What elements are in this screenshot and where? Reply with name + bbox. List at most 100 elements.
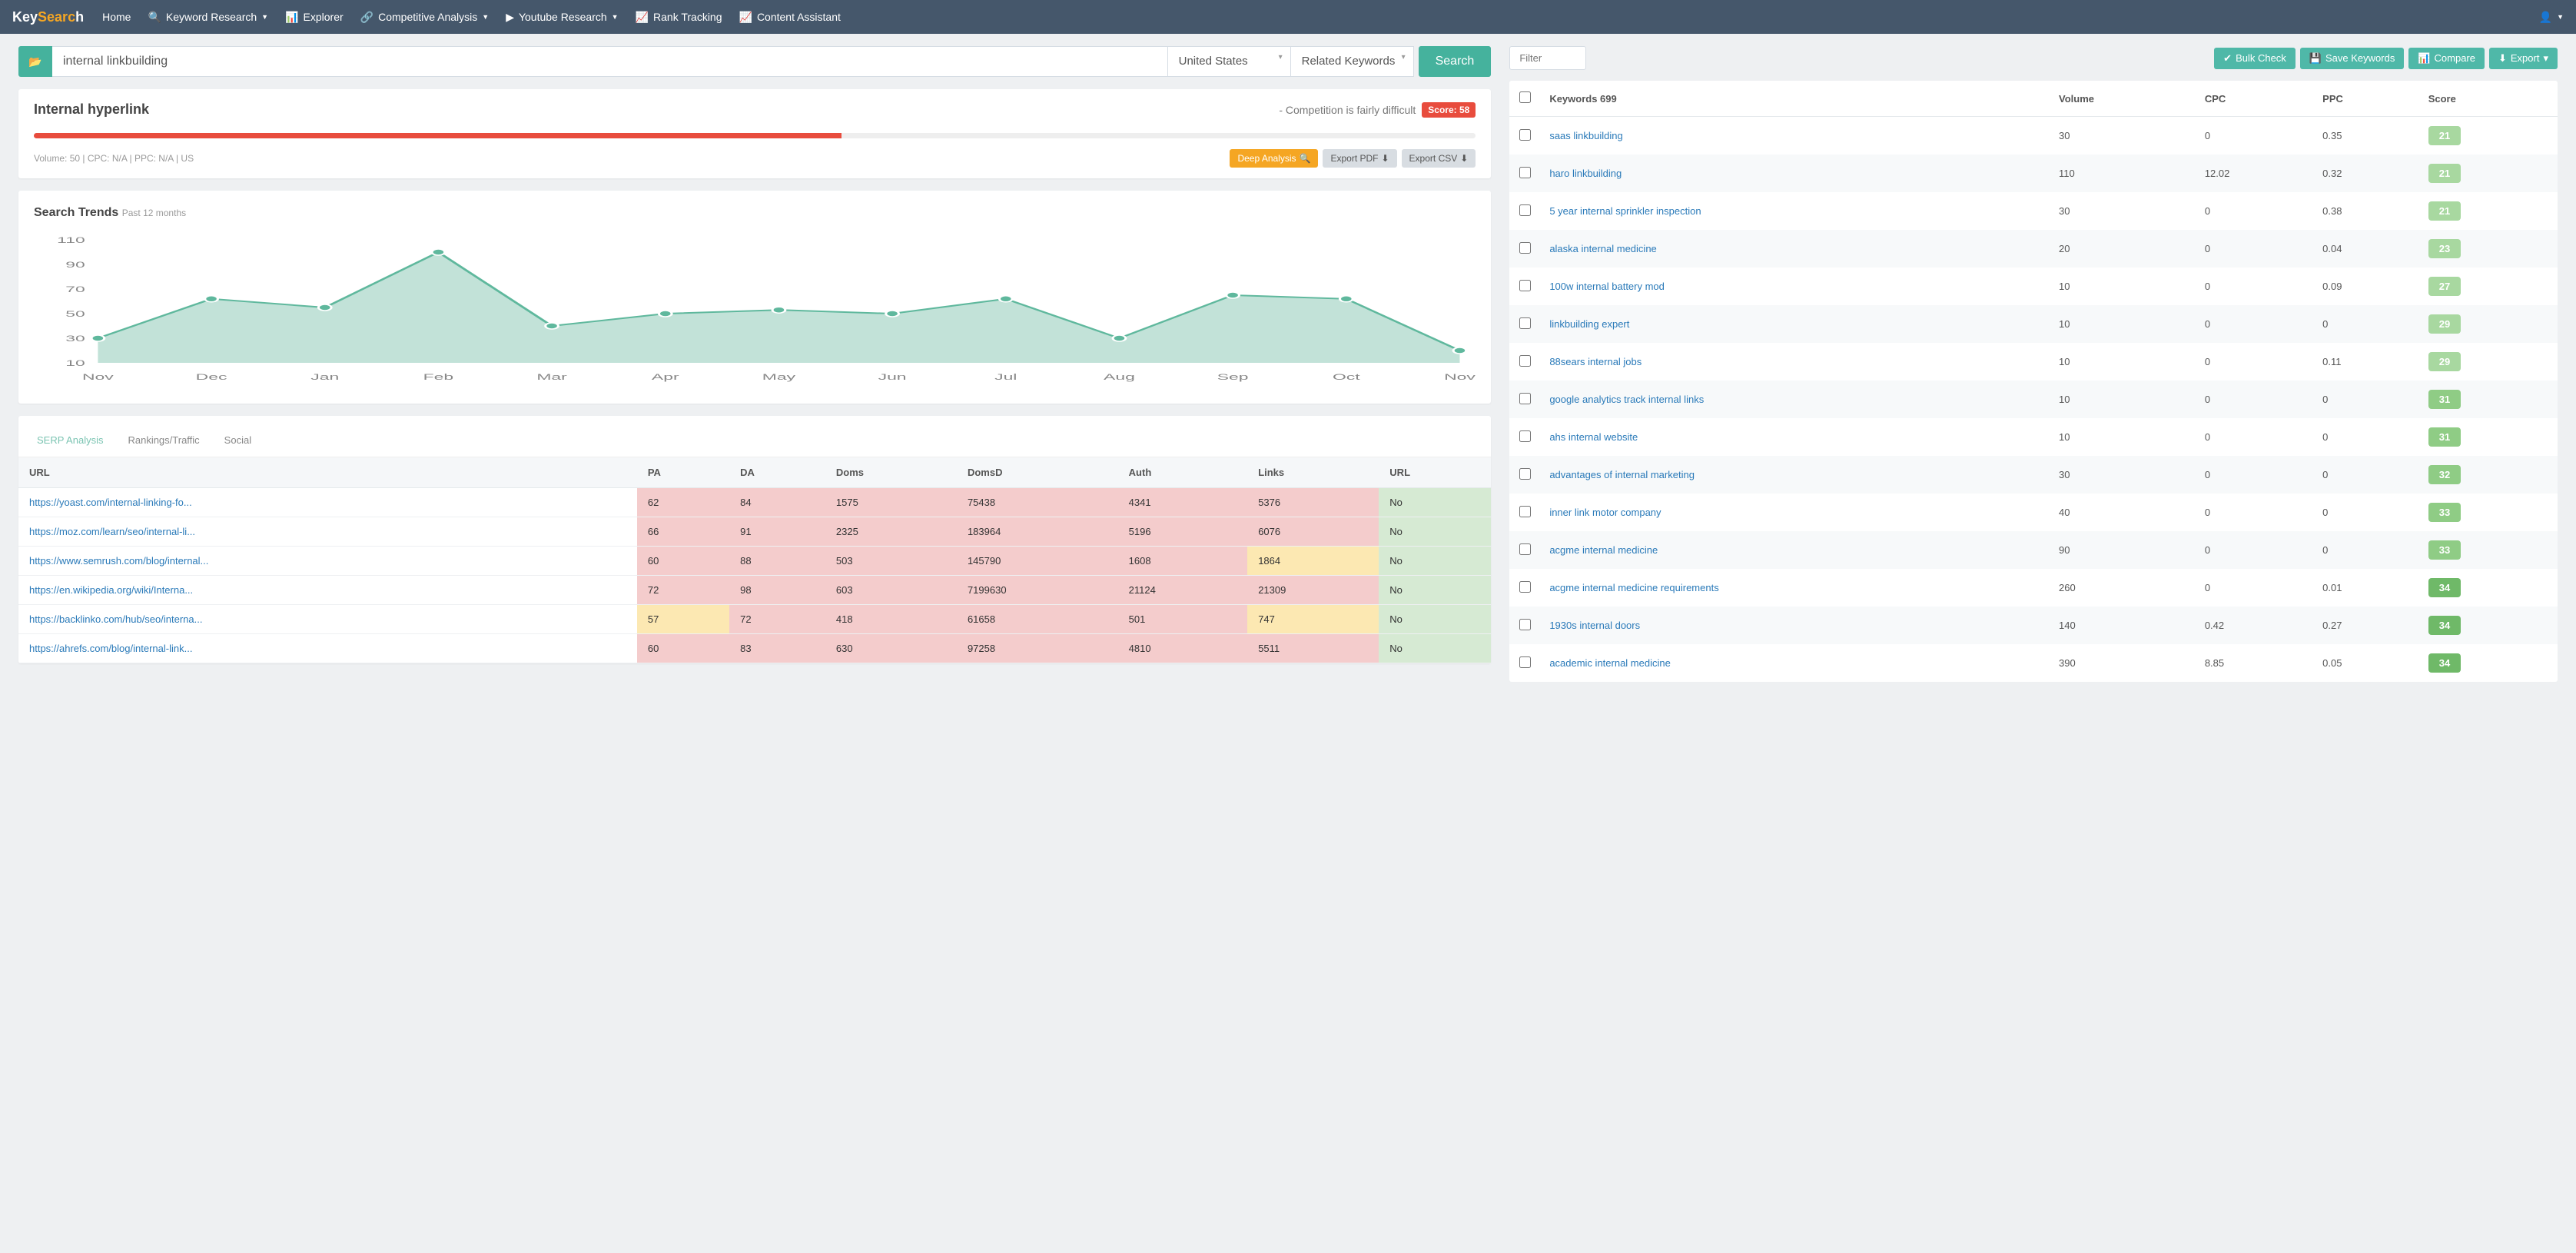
nav-keyword-research[interactable]: 🔍Keyword Research▼ [148,11,268,24]
table-row: acgme internal medicine 90 0 0 33 [1509,531,2558,569]
serp-links-cell: 6076 [1247,517,1379,547]
navbar: KeySearch Home 🔍Keyword Research▼ 📊Explo… [0,0,2576,34]
kw-th-ppc[interactable]: PPC [2313,81,2419,117]
serp-th-domsd[interactable]: DomsD [957,457,1118,488]
search-input[interactable] [52,46,1168,77]
nav-explorer[interactable]: 📊Explorer [285,11,344,24]
row-checkbox[interactable] [1519,468,1531,480]
serp-url-link[interactable]: https://www.semrush.com/blog/internal... [29,555,208,567]
row-checkbox[interactable] [1519,543,1531,555]
kw-th-score[interactable]: Score [2419,81,2558,117]
row-checkbox[interactable] [1519,393,1531,404]
kw-keyword-cell: inner link motor company [1540,494,2050,531]
tab-social[interactable]: Social [221,428,254,457]
row-checkbox[interactable] [1519,204,1531,216]
kw-th-cpc[interactable]: CPC [2196,81,2313,117]
table-row: saas linkbuilding 30 0 0.35 21 [1509,117,2558,155]
nav-content[interactable]: 📈Content Assistant [739,11,841,24]
keyword-link[interactable]: haro linkbuilding [1549,168,1622,179]
select-all-checkbox[interactable] [1519,91,1531,103]
kw-keyword-cell: haro linkbuilding [1540,155,2050,192]
serp-url-link[interactable]: https://backlinko.com/hub/seo/interna... [29,613,202,625]
keyword-link[interactable]: ahs internal website [1549,431,1638,443]
keyword-link[interactable]: saas linkbuilding [1549,130,1622,141]
serp-th-da[interactable]: DA [729,457,825,488]
row-checkbox[interactable] [1519,317,1531,329]
serp-url-link[interactable]: https://moz.com/learn/seo/internal-li... [29,526,195,537]
filter-input[interactable] [1509,46,1586,70]
score-pill: 21 [2428,201,2461,221]
caret-icon: ▼ [261,13,268,21]
kw-keyword-cell: 88sears internal jobs [1540,343,2050,381]
deep-analysis-button[interactable]: Deep Analysis 🔍 [1230,149,1318,168]
folder-button[interactable]: 📂 [18,46,52,77]
nav-rank[interactable]: 📈Rank Tracking [636,11,722,24]
export-csv-button[interactable]: Export CSV ⬇ [1402,149,1476,168]
keyword-link[interactable]: academic internal medicine [1549,657,1671,669]
serp-url-link[interactable]: https://en.wikipedia.org/wiki/Interna... [29,584,193,596]
svg-text:Dec: Dec [196,372,227,381]
serp-url-link[interactable]: https://yoast.com/internal-linking-fo... [29,497,192,508]
row-checkbox[interactable] [1519,280,1531,291]
tab-rankings[interactable]: Rankings/Traffic [124,428,202,457]
score-pill: 21 [2428,164,2461,183]
kw-th-volume[interactable]: Volume [2050,81,2196,117]
kw-volume-cell: 10 [2050,268,2196,305]
row-checkbox[interactable] [1519,506,1531,517]
keyword-link[interactable]: 100w internal battery mod [1549,281,1665,292]
keyword-link[interactable]: google analytics track internal links [1549,394,1704,405]
keyword-link[interactable]: alaska internal medicine [1549,243,1656,254]
keyword-link[interactable]: 88sears internal jobs [1549,356,1642,367]
keyword-link[interactable]: linkbuilding expert [1549,318,1629,330]
search-button[interactable]: Search [1419,46,1492,77]
svg-text:50: 50 [65,309,85,318]
row-checkbox[interactable] [1519,581,1531,593]
mode-select[interactable]: Related Keywords [1291,46,1414,77]
kw-check-cell [1509,343,1540,381]
score-pill: 27 [2428,277,2461,296]
row-checkbox[interactable] [1519,242,1531,254]
row-checkbox[interactable] [1519,355,1531,367]
kw-keyword-cell: saas linkbuilding [1540,117,2050,155]
kw-score-cell: 33 [2419,531,2558,569]
row-checkbox[interactable] [1519,656,1531,668]
trends-title: Search Trends Past 12 months [34,206,1476,220]
nav-competitive[interactable]: 🔗Competitive Analysis▼ [360,11,490,24]
kw-th-keyword[interactable]: Keywords 699 [1540,81,2050,117]
keyword-link[interactable]: 5 year internal sprinkler inspection [1549,205,1701,217]
bulk-check-button[interactable]: ✔Bulk Check [2214,48,2295,69]
serp-th-auth[interactable]: Auth [1118,457,1248,488]
svg-text:May: May [762,372,795,381]
serp-th-links[interactable]: Links [1247,457,1379,488]
logo[interactable]: KeySearch [12,9,84,25]
table-row: acgme internal medicine requirements 260… [1509,569,2558,607]
tab-serp-analysis[interactable]: SERP Analysis [34,428,106,457]
keyword-link[interactable]: 1930s internal doors [1549,620,1640,631]
table-row: https://ahrefs.com/blog/internal-link...… [18,634,1491,663]
serp-th-url[interactable]: URL [18,457,637,488]
serp-url-cell: https://yoast.com/internal-linking-fo... [18,488,637,517]
keyword-link[interactable]: advantages of internal marketing [1549,469,1695,480]
row-checkbox[interactable] [1519,430,1531,442]
serp-th-doms[interactable]: Doms [825,457,957,488]
export-button[interactable]: ⬇Export ▾ [2489,48,2558,69]
row-checkbox[interactable] [1519,167,1531,178]
row-checkbox[interactable] [1519,619,1531,630]
serp-th-url2[interactable]: URL [1379,457,1491,488]
svg-text:Jun: Jun [878,372,907,381]
serp-th-pa[interactable]: PA [637,457,729,488]
keyword-link[interactable]: acgme internal medicine requirements [1549,582,1718,593]
save-keywords-button[interactable]: 💾Save Keywords [2300,48,2405,69]
nav-youtube[interactable]: ▶Youtube Research▼ [506,11,618,24]
country-select[interactable]: United States [1168,46,1291,77]
export-pdf-button[interactable]: Export PDF ⬇ [1323,149,1396,168]
keyword-link[interactable]: acgme internal medicine [1549,544,1658,556]
kw-cpc-cell: 0 [2196,192,2313,230]
svg-text:70: 70 [65,284,85,294]
keyword-link[interactable]: inner link motor company [1549,507,1661,518]
row-checkbox[interactable] [1519,129,1531,141]
serp-url-link[interactable]: https://ahrefs.com/blog/internal-link... [29,643,192,654]
nav-home[interactable]: Home [102,11,131,23]
user-menu[interactable]: 👤▼ [2539,11,2564,24]
compare-button[interactable]: 📊Compare [2408,48,2485,69]
